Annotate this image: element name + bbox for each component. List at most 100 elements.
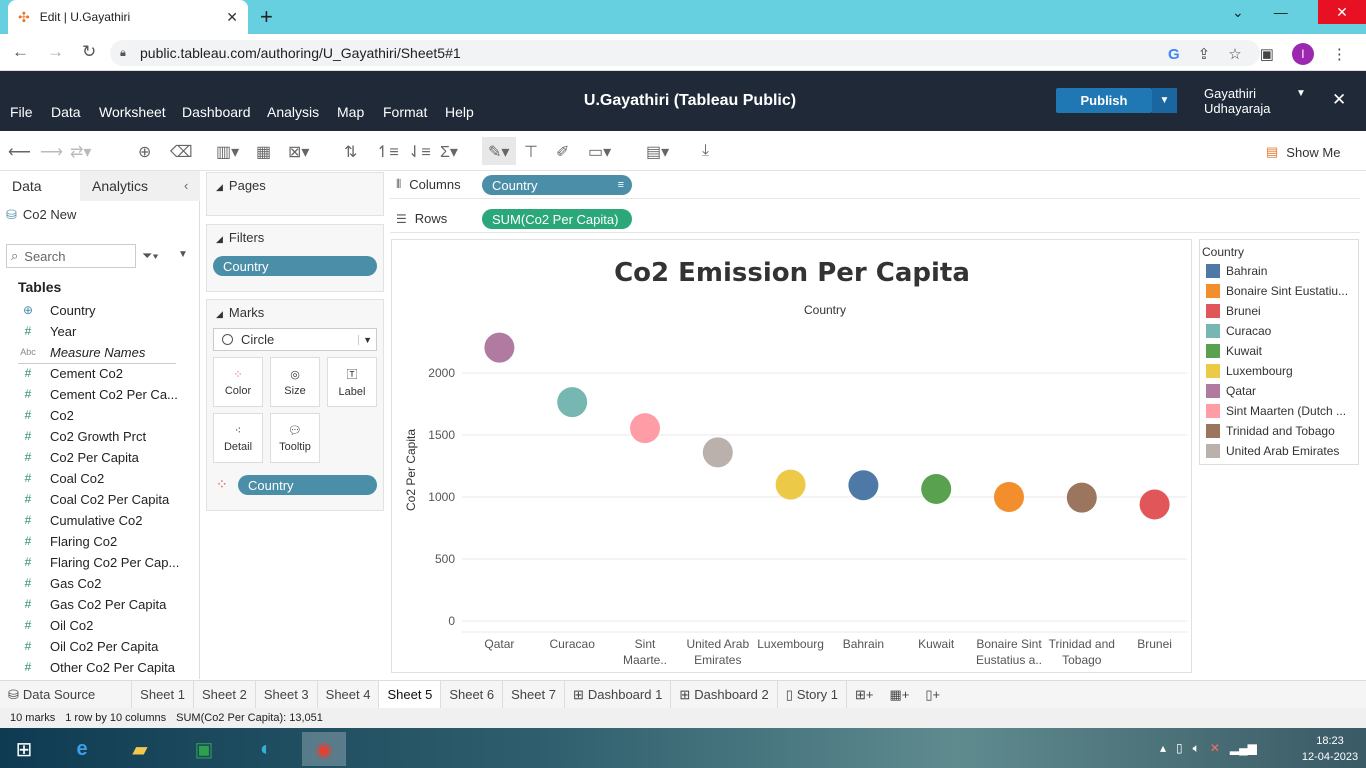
- legend-item[interactable]: Curacao: [1200, 321, 1358, 341]
- field-item[interactable]: # Coal Co2 Per Capita: [18, 489, 170, 509]
- user-dropdown-icon[interactable]: ▼: [1296, 88, 1306, 99]
- highlight-icon[interactable]: ✎▾: [488, 142, 509, 162]
- legend-item[interactable]: Bonaire Sint Eustatiu...: [1200, 281, 1358, 301]
- menu-dashboard[interactable]: Dashboard: [182, 104, 251, 120]
- excel-icon[interactable]: ▣: [182, 732, 226, 766]
- data-point[interactable]: [1139, 489, 1170, 520]
- data-point[interactable]: [484, 332, 515, 363]
- sidepanel-icon[interactable]: ▣: [1260, 45, 1274, 63]
- star-icon[interactable]: ☆: [1228, 45, 1241, 63]
- network-device-icon[interactable]: ▯: [1176, 741, 1183, 756]
- menu-format[interactable]: Format: [383, 104, 427, 120]
- browser-tab[interactable]: ✣ Edit | U.Gayathiri ✕: [8, 0, 248, 34]
- ie-icon[interactable]: e: [60, 732, 104, 766]
- sheet-tab[interactable]: Sheet 2: [194, 680, 256, 709]
- field-item[interactable]: # Gas Co2: [18, 573, 102, 593]
- color-button[interactable]: ⁘ Color: [213, 357, 263, 407]
- data-point[interactable]: [702, 437, 733, 468]
- clock[interactable]: 18:23 12-04-2023: [1300, 733, 1360, 765]
- color-pill-country[interactable]: Country: [238, 475, 377, 495]
- legend-item[interactable]: Bahrain: [1200, 261, 1358, 281]
- field-item[interactable]: ⊕ Country: [18, 300, 96, 320]
- field-item[interactable]: # Year: [18, 321, 77, 341]
- publish-button[interactable]: Publish: [1056, 88, 1152, 113]
- duplicate-sheet-icon[interactable]: ▦: [256, 142, 271, 162]
- google-icon[interactable]: G: [1168, 46, 1180, 63]
- collapse-icon[interactable]: ◢: [216, 182, 223, 192]
- close-tab-icon[interactable]: ✕: [226, 9, 238, 26]
- field-item[interactable]: # Cement Co2 Per Ca...: [18, 384, 178, 404]
- volume-icon[interactable]: 🔈︎: [1193, 741, 1200, 756]
- tooltip-button[interactable]: 💬︎ Tooltip: [270, 413, 320, 463]
- sort-desc-icon[interactable]: ⇃≡: [408, 142, 431, 162]
- field-item[interactable]: # Oil Co2 Per Capita: [18, 636, 159, 656]
- user-menu[interactable]: Gayathiri Udhayaraja: [1204, 86, 1304, 116]
- data-point[interactable]: [921, 473, 952, 504]
- filter-pill-country[interactable]: Country: [213, 256, 377, 276]
- pane-menu-icon[interactable]: ▼: [178, 249, 188, 260]
- clear-sheet-icon[interactable]: ⊠▾: [288, 142, 309, 162]
- close-window-button[interactable]: ✕: [1318, 0, 1366, 24]
- new-tab-button[interactable]: +: [260, 4, 273, 30]
- menu-help[interactable]: Help: [445, 104, 474, 120]
- collapse-icon[interactable]: ◢: [216, 234, 223, 244]
- field-item[interactable]: # Oil Co2: [18, 615, 94, 635]
- data-point[interactable]: [630, 413, 660, 444]
- reload-icon[interactable]: ↻: [82, 42, 96, 62]
- menu-data[interactable]: Data: [51, 104, 81, 120]
- field-item[interactable]: # Flaring Co2 Per Cap...: [18, 552, 180, 572]
- pause-updates-icon[interactable]: ⌫: [170, 142, 193, 162]
- sheet-tab[interactable]: Sheet 3: [256, 680, 318, 709]
- rows-pill-sum[interactable]: SUM(Co2 Per Capita): [482, 209, 632, 229]
- tab-search-icon[interactable]: ⌄: [1232, 4, 1244, 21]
- data-point[interactable]: [557, 387, 588, 418]
- download-icon[interactable]: ⤓: [702, 142, 709, 160]
- field-item[interactable]: # Flaring Co2: [18, 531, 118, 551]
- legend-item[interactable]: Luxembourg: [1200, 361, 1358, 381]
- new-datasource-icon[interactable]: ⊕: [138, 142, 151, 162]
- field-item[interactable]: # Co2 Growth Prct: [18, 426, 146, 446]
- sheet-tab[interactable]: Sheet 7: [503, 680, 565, 709]
- new-story-icon[interactable]: ▯+: [917, 681, 948, 709]
- close-editor-icon[interactable]: ✕: [1332, 90, 1346, 110]
- data-point[interactable]: [775, 469, 806, 500]
- search-input[interactable]: ⌕ Search: [6, 244, 136, 268]
- collapse-pane-icon[interactable]: ‹: [184, 178, 188, 193]
- datasource-row[interactable]: ⛁ Co2 New: [6, 207, 76, 223]
- columns-pill-country[interactable]: Country ≡: [482, 175, 632, 195]
- legend-item[interactable]: Sint Maarten (Dutch ...: [1200, 401, 1358, 421]
- detail-button[interactable]: ⁖ Detail: [213, 413, 263, 463]
- sheet-tab[interactable]: Sheet 6: [441, 680, 504, 709]
- menu-file[interactable]: File: [10, 104, 33, 120]
- field-item[interactable]: # Coal Co2: [18, 468, 105, 488]
- tray-chevron-icon[interactable]: ▴: [1160, 741, 1166, 756]
- sheet-tab[interactable]: Sheet 5: [379, 680, 442, 709]
- legend-item[interactable]: Qatar: [1200, 381, 1358, 401]
- legend-item[interactable]: United Arab Emirates: [1200, 441, 1358, 461]
- totals-icon[interactable]: Σ▾: [440, 142, 458, 162]
- replay-icon[interactable]: ⇄▾: [70, 142, 91, 162]
- battery-alert-icon[interactable]: ✕: [1210, 741, 1220, 756]
- kebab-menu-icon[interactable]: ⋮: [1332, 45, 1347, 63]
- new-sheet-icon[interactable]: ⊞+: [847, 681, 881, 709]
- field-item[interactable]: # Co2: [18, 405, 74, 425]
- share-icon[interactable]: ⇪: [1198, 45, 1211, 63]
- sheet-tab[interactable]: ⊞ Dashboard 1: [565, 680, 672, 709]
- sheet-tab[interactable]: ⛁ Data Source: [0, 680, 133, 709]
- field-item[interactable]: Abc Measure Names: [18, 342, 145, 362]
- field-item[interactable]: # Cumulative Co2: [18, 510, 143, 530]
- new-sheet-icon[interactable]: ▥▾: [216, 142, 239, 162]
- legend-item[interactable]: Kuwait: [1200, 341, 1358, 361]
- tab-analytics[interactable]: Analytics: [92, 178, 148, 194]
- fit-icon[interactable]: ▭▾: [588, 142, 611, 162]
- mark-type-select[interactable]: Circle ▼: [213, 328, 377, 351]
- file-explorer-icon[interactable]: ▰: [118, 732, 162, 766]
- menu-analysis[interactable]: Analysis: [267, 104, 319, 120]
- tab-data[interactable]: Data: [12, 178, 42, 194]
- collapse-icon[interactable]: ◢: [216, 309, 223, 319]
- filter-fields-icon[interactable]: ⏷▾: [142, 248, 159, 264]
- redo-icon[interactable]: ⟶: [40, 142, 63, 162]
- field-item[interactable]: # Cement Co2: [18, 363, 123, 383]
- menu-worksheet[interactable]: Worksheet: [99, 104, 166, 120]
- sort-asc-icon[interactable]: ↿≡: [376, 142, 399, 162]
